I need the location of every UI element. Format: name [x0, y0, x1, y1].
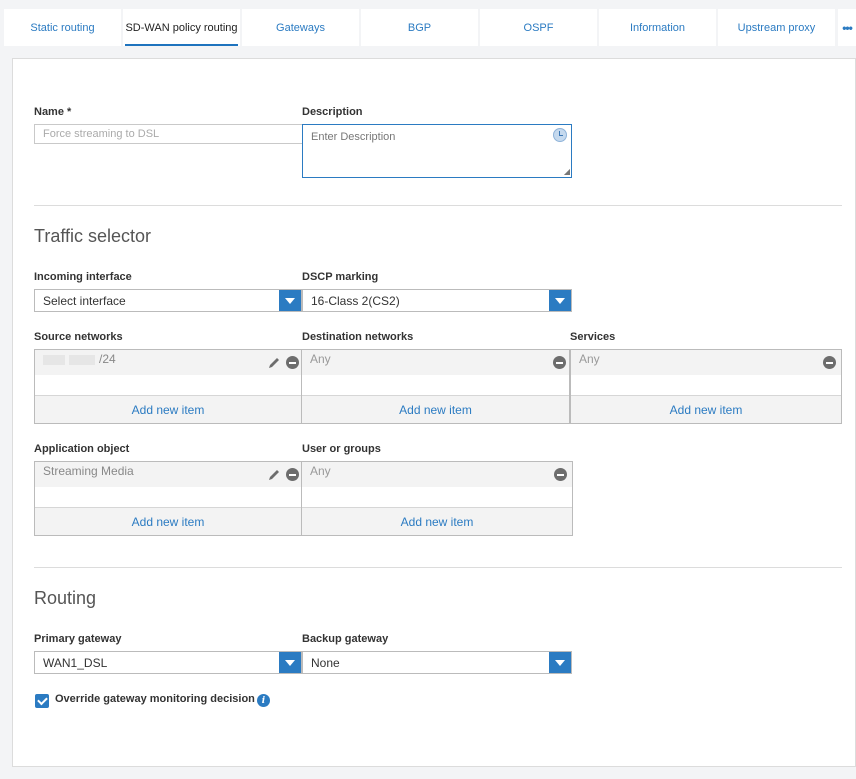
tab-gateways[interactable]: Gateways — [242, 9, 359, 46]
clock-icon[interactable] — [553, 128, 567, 142]
user-groups-list: Any Add new item — [302, 461, 573, 536]
tab-bgp[interactable]: BGP — [361, 9, 478, 46]
source-networks-list: /24 Add new item — [34, 349, 302, 424]
list-item[interactable]: Streaming Media — [35, 462, 301, 487]
source-network-value: /24 — [99, 352, 116, 366]
tab-sdwan-policy-routing[interactable]: SD-WAN policy routing — [123, 9, 240, 46]
chevron-down-icon[interactable] — [549, 290, 571, 311]
services-list: Any Add new item — [570, 349, 842, 424]
tab-static-routing[interactable]: Static routing — [4, 9, 121, 46]
remove-icon[interactable] — [553, 356, 566, 369]
override-monitoring-label: Override gateway monitoring decision — [55, 693, 255, 705]
application-object-label: Application object — [34, 443, 130, 455]
divider — [34, 567, 842, 568]
remove-icon[interactable] — [554, 468, 567, 481]
dscp-marking-value: 16-Class 2(CS2) — [311, 293, 400, 308]
add-service-button[interactable]: Add new item — [571, 395, 841, 423]
remove-icon[interactable] — [286, 356, 299, 369]
description-label: Description — [302, 106, 363, 118]
add-source-network-button[interactable]: Add new item — [35, 395, 301, 423]
incoming-interface-value: Select interface — [43, 293, 126, 308]
primary-gateway-select[interactable]: WAN1_DSL — [34, 651, 302, 674]
destination-networks-label: Destination networks — [302, 331, 414, 343]
list-item[interactable]: Any — [302, 462, 572, 487]
backup-gateway-select[interactable]: None — [302, 651, 572, 674]
override-monitoring-checkbox[interactable] — [35, 694, 49, 708]
application-object-list: Streaming Media Add new item — [34, 461, 302, 536]
pencil-icon[interactable] — [267, 468, 281, 482]
routing-title: Routing — [34, 588, 97, 608]
list-item[interactable]: /24 — [35, 350, 301, 375]
chevron-down-icon[interactable] — [279, 290, 301, 311]
remove-icon[interactable] — [286, 468, 299, 481]
backup-gateway-value: None — [311, 655, 340, 670]
add-user-group-button[interactable]: Add new item — [302, 507, 572, 535]
remove-icon[interactable] — [823, 356, 836, 369]
chevron-down-icon[interactable] — [549, 652, 571, 673]
redacted-text — [43, 354, 65, 365]
incoming-interface-select[interactable]: Select interface — [34, 289, 302, 312]
tab-upstream-proxy[interactable]: Upstream proxy — [718, 9, 835, 46]
info-icon[interactable]: i — [257, 694, 270, 707]
incoming-interface-label: Incoming interface — [34, 271, 132, 283]
primary-gateway-value: WAN1_DSL — [43, 655, 108, 670]
resize-handle-icon[interactable]: ◢ — [564, 168, 570, 176]
add-destination-network-button[interactable]: Add new item — [302, 395, 569, 423]
chevron-down-icon[interactable] — [279, 652, 301, 673]
destination-networks-list: Any Add new item — [302, 349, 570, 424]
name-label: Name * — [34, 106, 72, 118]
user-groups-label: User or groups — [302, 443, 381, 455]
traffic-selector-title: Traffic selector — [34, 226, 152, 246]
add-application-button[interactable]: Add new item — [35, 507, 301, 535]
dscp-marking-label: DSCP marking — [302, 271, 379, 283]
description-placeholder: Enter Description — [311, 131, 396, 143]
list-item[interactable]: Any — [302, 350, 569, 375]
description-textarea[interactable]: Enter Description ◢ — [302, 124, 572, 178]
pencil-icon[interactable] — [267, 356, 281, 370]
primary-gateway-label: Primary gateway — [34, 633, 122, 645]
divider — [34, 205, 842, 206]
more-icon[interactable]: ••• — [838, 9, 856, 46]
redacted-text — [69, 354, 95, 365]
tab-information[interactable]: Information — [599, 9, 716, 46]
policy-form-panel: Name * Force streaming to DSL Descriptio… — [12, 58, 856, 767]
name-input[interactable]: Force streaming to DSL — [34, 124, 304, 144]
tab-bar: Static routing SD-WAN policy routing Gat… — [0, 0, 856, 46]
backup-gateway-label: Backup gateway — [302, 633, 389, 645]
source-networks-label: Source networks — [34, 331, 123, 343]
tab-ospf[interactable]: OSPF — [480, 9, 597, 46]
list-item[interactable]: Any — [571, 350, 841, 375]
dscp-marking-select[interactable]: 16-Class 2(CS2) — [302, 289, 572, 312]
services-label: Services — [570, 331, 616, 343]
